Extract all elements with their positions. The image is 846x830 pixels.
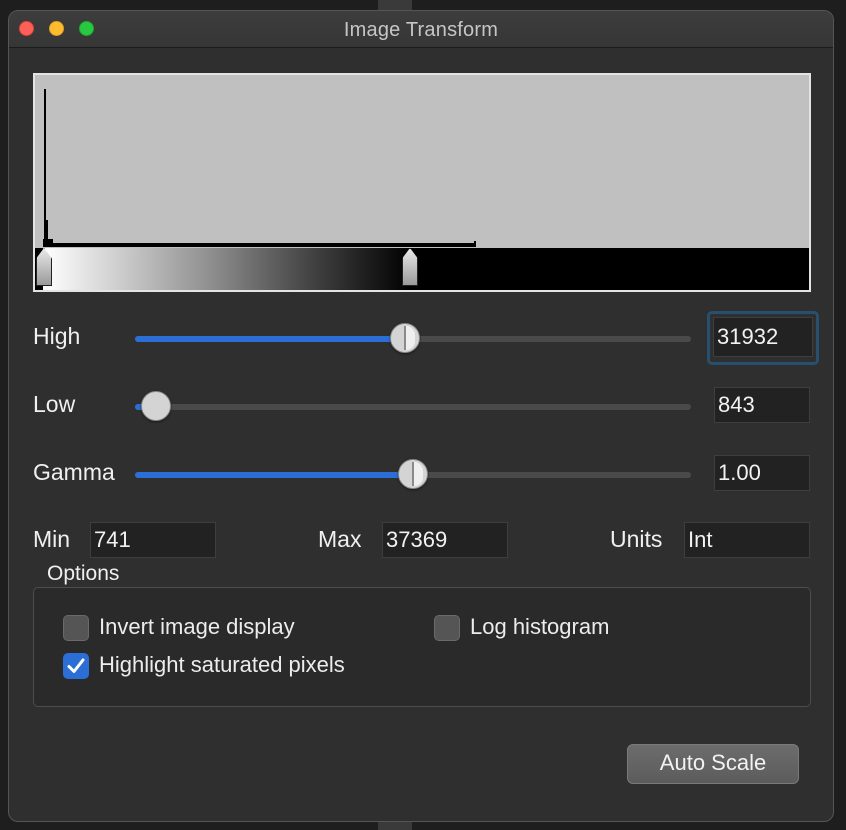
max-label: Max (318, 526, 362, 552)
invert-image-label[interactable]: Invert image display (99, 614, 295, 640)
log-histogram-label[interactable]: Log histogram (470, 614, 609, 640)
gamma-label: Gamma (33, 459, 115, 485)
options-group-title: Options (47, 562, 120, 585)
checkmark-icon (67, 658, 85, 673)
max-value-field: 37369 (382, 522, 508, 558)
min-label: Min (33, 526, 71, 552)
gamma-value-field[interactable]: 1.00 (714, 455, 810, 491)
histogram-panel (33, 73, 811, 292)
gamma-slider-thumb[interactable] (398, 459, 428, 489)
title-bar[interactable]: Image Transform (9, 11, 833, 48)
grayscale-gradient (43, 248, 411, 290)
low-slider-thumb[interactable] (141, 391, 171, 421)
grayscale-ramp (35, 248, 809, 290)
low-label: Low (33, 391, 76, 417)
high-slider-fill (135, 336, 407, 342)
low-value-field[interactable]: 843 (714, 387, 810, 423)
highlight-saturated-label[interactable]: Highlight saturated pixels (99, 652, 345, 678)
auto-scale-button[interactable]: Auto Scale (627, 744, 799, 784)
units-label: Units (610, 526, 663, 552)
image-transform-window: Image Transform High 31932 Low 843 Gamma… (8, 10, 834, 822)
low-slider-track[interactable] (135, 404, 691, 410)
histogram-plot (35, 75, 809, 247)
window-title: Image Transform (343, 19, 499, 41)
high-value-field[interactable]: 31932 (713, 317, 813, 357)
highlight-saturated-checkbox[interactable] (63, 653, 89, 679)
log-histogram-checkbox[interactable] (434, 615, 460, 641)
high-slider-thumb[interactable] (390, 323, 420, 353)
histogram-baseline (43, 243, 475, 247)
invert-image-checkbox[interactable] (63, 615, 89, 641)
options-group-box: Invert image display Log histogram Highl… (33, 587, 811, 707)
histogram-bars (43, 89, 476, 247)
gamma-slider-fill (135, 472, 413, 478)
min-value-field: 741 (90, 522, 216, 558)
high-label: High (33, 323, 81, 349)
units-value-field: Int (684, 522, 810, 558)
